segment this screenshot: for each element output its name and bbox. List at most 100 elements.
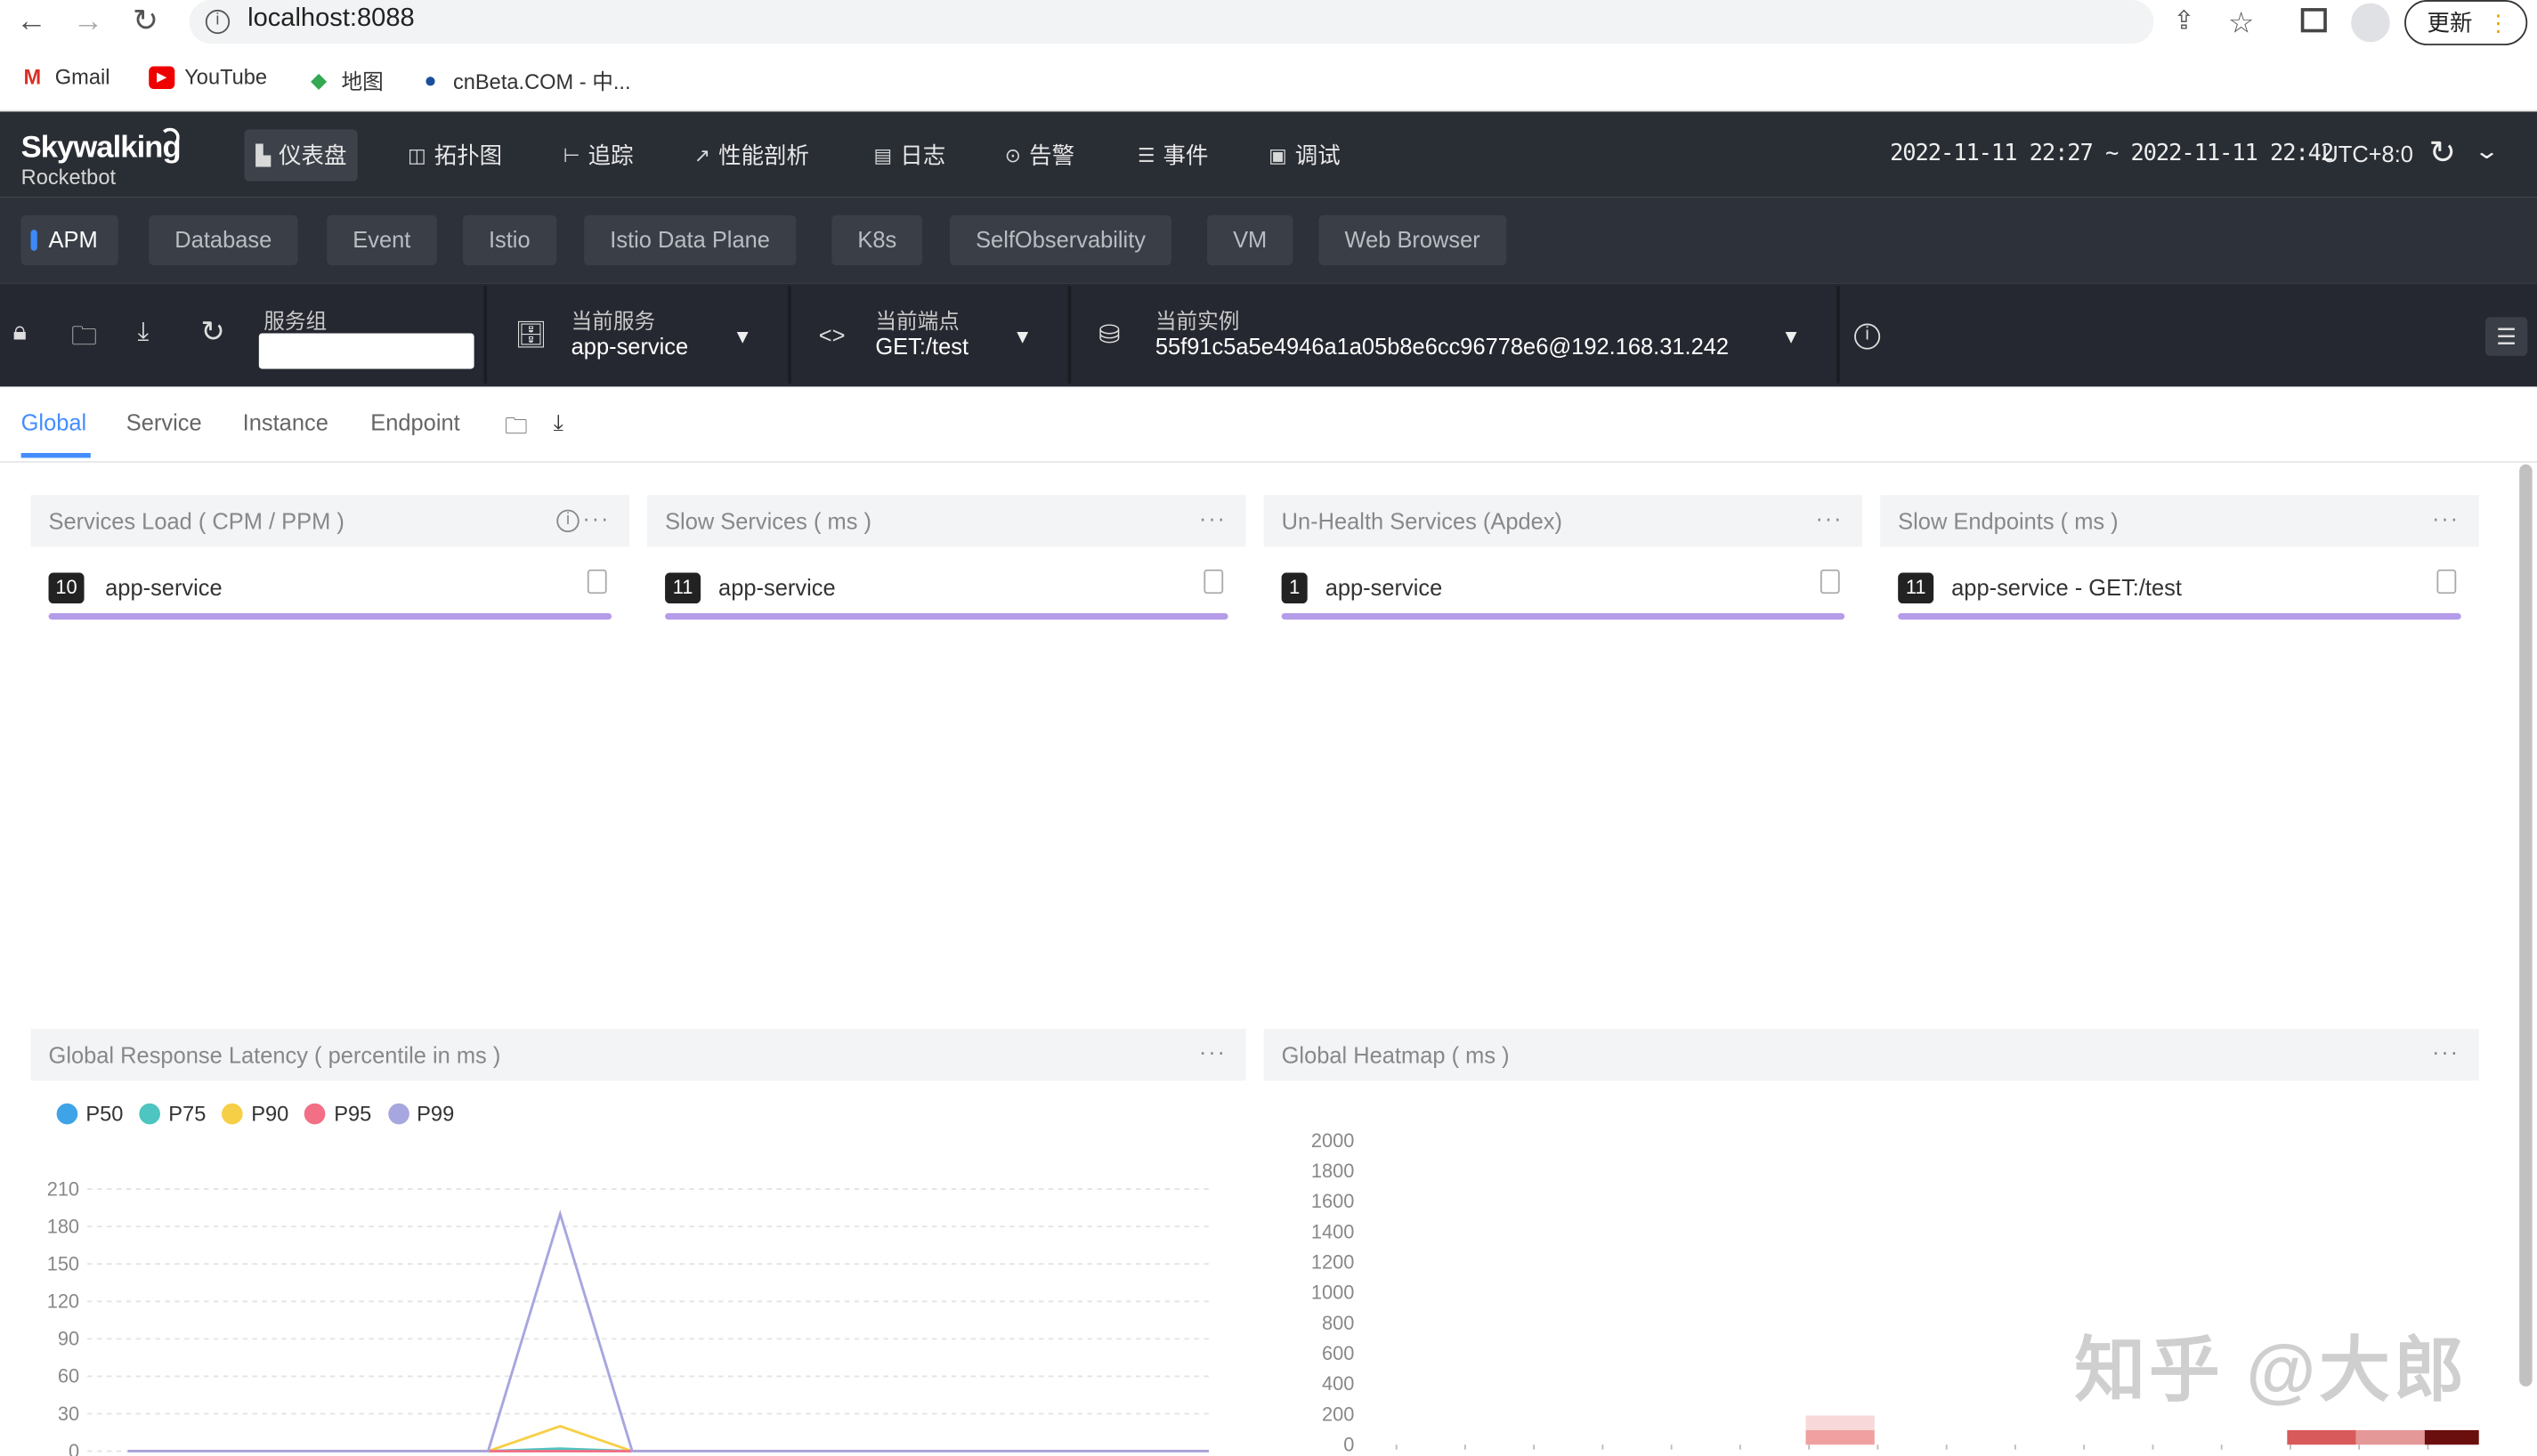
cnbeta-icon: ● bbox=[424, 67, 437, 92]
list-item[interactable]: 11 app-service bbox=[665, 569, 1228, 620]
legend-item[interactable]: P50 bbox=[56, 1102, 123, 1126]
bookmark-maps[interactable]: ◆ 地图 bbox=[306, 65, 384, 96]
y-tick-label: 200 bbox=[1322, 1403, 1354, 1425]
menu-alarm[interactable]: ⊙ 告警 bbox=[993, 129, 1086, 181]
chart-icon: ▙ bbox=[255, 143, 271, 167]
layer-bar: APM Database Event Istio Istio Data Plan… bbox=[0, 197, 2537, 284]
layer-web-browser[interactable]: Web Browser bbox=[1318, 214, 1506, 266]
forward-icon[interactable]: → bbox=[73, 4, 104, 43]
service-group-input[interactable] bbox=[258, 333, 474, 369]
list-item[interactable]: 1 app-service bbox=[1281, 569, 1845, 620]
tab-service[interactable]: Service bbox=[126, 409, 202, 435]
endpoint-chevron-icon[interactable]: ▼ bbox=[1013, 325, 1033, 347]
trace-icon: ⊢ bbox=[563, 143, 580, 167]
browser-chrome: ← → ↻ i localhost:8088 ⇪ ☆ 更新 ⋮ M Gmail ▶ Y… bbox=[0, 0, 2537, 112]
legend-item[interactable]: P75 bbox=[139, 1102, 206, 1126]
tab-endpoint[interactable]: Endpoint bbox=[370, 409, 459, 435]
download-icon[interactable]: ⤓ bbox=[554, 409, 563, 437]
update-button[interactable]: 更新 ⋮ bbox=[2404, 0, 2528, 45]
menu-profiling[interactable]: ↗ 性能剖析 bbox=[683, 129, 821, 181]
star-icon[interactable]: ☆ bbox=[2228, 4, 2254, 43]
more-icon[interactable]: ··· bbox=[1199, 1029, 1227, 1074]
sidepanel-icon[interactable] bbox=[2300, 8, 2327, 33]
refresh-icon[interactable]: ↻ bbox=[200, 315, 224, 349]
layer-event[interactable]: Event bbox=[327, 214, 437, 266]
series-line-p99 bbox=[127, 1209, 1209, 1453]
layer-selfobservability[interactable]: SelfObservability bbox=[949, 214, 1172, 266]
heatmap-cell bbox=[1805, 1415, 1875, 1430]
bookmark-cnbeta[interactable]: ● cnBeta.COM - 中... bbox=[417, 65, 630, 96]
layer-istio-data-plane[interactable]: Istio Data Plane bbox=[584, 214, 797, 266]
y-tick-label: 0 bbox=[69, 1440, 79, 1456]
tab-global[interactable]: Global bbox=[21, 409, 87, 435]
bookmark-gmail[interactable]: M Gmail bbox=[20, 65, 109, 89]
layer-istio[interactable]: Istio bbox=[462, 214, 556, 266]
scrollbar[interactable] bbox=[2519, 464, 2533, 1387]
tab-instance[interactable]: Instance bbox=[243, 409, 328, 435]
share-icon[interactable]: ⇪ bbox=[2173, 4, 2194, 43]
more-icon[interactable]: ··· bbox=[1199, 495, 1227, 540]
y-tick-label: 90 bbox=[58, 1328, 79, 1350]
info-icon[interactable]: i bbox=[556, 509, 580, 533]
legend-item[interactable]: P95 bbox=[304, 1102, 371, 1126]
service-label: 当前服务 bbox=[571, 309, 656, 334]
legend-item[interactable]: P99 bbox=[387, 1102, 454, 1126]
more-icon[interactable]: ··· bbox=[1815, 495, 1843, 540]
more-icon[interactable]: ··· bbox=[582, 495, 610, 540]
service-chevron-icon[interactable]: ▼ bbox=[733, 325, 752, 347]
back-icon[interactable]: ← bbox=[16, 4, 47, 43]
value-badge: 1 bbox=[1281, 572, 1308, 604]
copy-icon[interactable] bbox=[1204, 569, 1224, 595]
folder-icon[interactable]: 🗀 bbox=[71, 319, 97, 362]
y-tick-label: 30 bbox=[58, 1403, 79, 1425]
time-range[interactable]: 2022-11-11 22:27 ~ 2022-11-11 22:42 bbox=[1890, 141, 2334, 166]
profile-avatar[interactable] bbox=[2351, 3, 2390, 43]
toggle-panel-icon[interactable]: ☰ bbox=[2484, 317, 2528, 356]
more-icon[interactable]: ··· bbox=[2432, 1029, 2460, 1074]
menu-logs[interactable]: ▤ 日志 bbox=[863, 129, 957, 181]
lock-icon[interactable]: 🔒︎ bbox=[13, 319, 27, 348]
instance-label: 当前实例 bbox=[1155, 309, 1240, 334]
value-bar bbox=[48, 612, 612, 620]
copy-icon[interactable] bbox=[587, 569, 607, 595]
folder-icon[interactable]: 🗀 bbox=[505, 409, 527, 449]
copy-icon[interactable] bbox=[2436, 569, 2457, 595]
debug-icon: ▣ bbox=[1268, 143, 1287, 167]
value-badge: 11 bbox=[665, 572, 701, 604]
layer-apm[interactable]: APM bbox=[20, 214, 119, 266]
menu-trace[interactable]: ⊢ 追踪 bbox=[552, 129, 644, 181]
widget-title: Slow Services ( ms ) bbox=[647, 495, 1246, 547]
auto-refresh-icon[interactable]: ↻ bbox=[2428, 133, 2455, 173]
url-bar[interactable] bbox=[189, 0, 2154, 44]
menu-debug[interactable]: ▣ 调试 bbox=[1257, 129, 1351, 181]
menu-dashboard[interactable]: ▙ 仪表盘 bbox=[244, 129, 359, 182]
list-item[interactable]: 10 app-service bbox=[48, 569, 612, 620]
layer-k8s[interactable]: K8s bbox=[831, 214, 923, 266]
instance-select[interactable]: 55f91c5a5e4946a1a05b8e6cc96778e6@192.168… bbox=[1155, 333, 1729, 359]
instance-chevron-icon[interactable]: ▼ bbox=[1781, 325, 1801, 347]
chevron-down-icon[interactable]: ⌄ bbox=[2474, 138, 2501, 166]
bookmark-youtube[interactable]: ▶ YouTube bbox=[149, 65, 267, 89]
more-icon[interactable]: ··· bbox=[2432, 495, 2460, 540]
dashboard-tabs: Global Service Instance Endpoint 🗀 ⤓ bbox=[0, 386, 2537, 463]
y-tick-label: 150 bbox=[47, 1252, 79, 1274]
reload-icon[interactable]: ↻ bbox=[133, 4, 158, 43]
menu-events[interactable]: ☰ 事件 bbox=[1126, 129, 1220, 181]
menu-label: 调试 bbox=[1294, 142, 1341, 169]
item-name: app-service bbox=[105, 574, 223, 601]
download-icon[interactable]: ⤓ bbox=[138, 319, 150, 348]
layer-vm[interactable]: VM bbox=[1207, 214, 1293, 266]
service-select[interactable]: app-service bbox=[571, 333, 689, 359]
info-icon[interactable]: i bbox=[1854, 323, 1881, 350]
url-text[interactable]: localhost:8088 bbox=[247, 4, 415, 34]
alarm-icon: ⊙ bbox=[1004, 143, 1022, 167]
menu-topology[interactable]: ◫ 拓扑图 bbox=[396, 129, 513, 181]
list-item[interactable]: 11 app-service - GET:/test bbox=[1898, 569, 2461, 620]
site-info-icon[interactable]: i bbox=[205, 9, 231, 35]
layer-database[interactable]: Database bbox=[149, 214, 298, 266]
endpoint-select[interactable]: GET:/test bbox=[875, 333, 969, 359]
legend-item[interactable]: P90 bbox=[222, 1102, 288, 1126]
timezone: UTC+8:0 bbox=[2322, 141, 2413, 167]
copy-icon[interactable] bbox=[1820, 569, 1840, 595]
item-name: app-service bbox=[718, 574, 836, 601]
